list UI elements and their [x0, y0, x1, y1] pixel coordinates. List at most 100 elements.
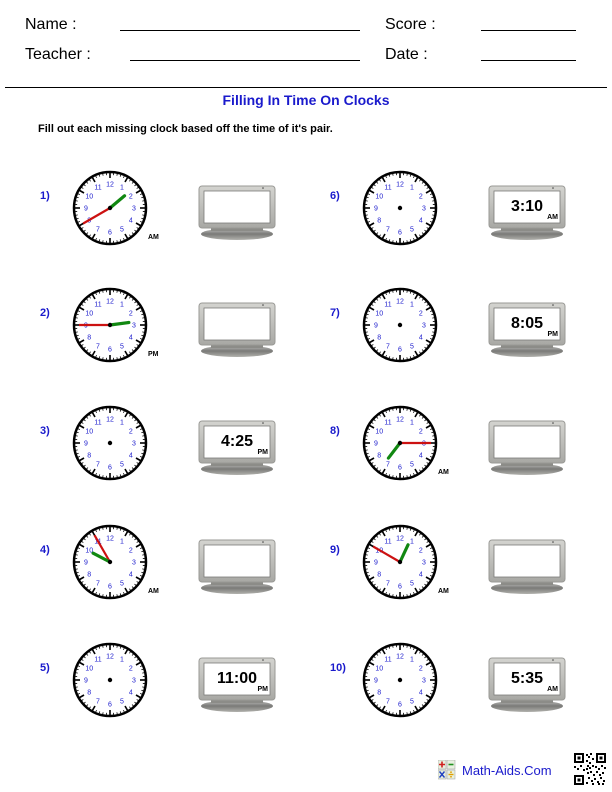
digital-ampm: AM — [547, 214, 558, 221]
monitor-icon — [198, 185, 276, 240]
clock-number: 9 — [374, 323, 378, 330]
clock-number: 2 — [419, 548, 423, 555]
clock-number: 10 — [375, 311, 383, 318]
digital-time: 3:10 — [510, 198, 544, 215]
problem-item: 1)121234567891011AM — [40, 168, 300, 258]
clock-number: 3 — [422, 678, 426, 685]
problem-item: 4)121234567891011AM — [40, 522, 300, 612]
clock-number: 3 — [422, 560, 426, 567]
clock-number: 12 — [396, 182, 404, 189]
digital-time: 5:35 — [510, 670, 544, 687]
analog-clock[interactable]: 12 1 2 3 4 5 6 7 8 9 10 11 — [360, 285, 440, 365]
clock-number: 12 — [106, 654, 114, 661]
analog-clock: 121234567891011 — [70, 522, 150, 602]
clock-number: 6 — [108, 702, 112, 709]
problem-item: 3) 12 1 2 3 4 5 6 7 8 9 10 11 4:25 PM — [40, 403, 300, 493]
header-divider — [5, 87, 607, 88]
clock-number: 12 — [396, 299, 404, 306]
clock-number: 6 — [398, 230, 402, 237]
clock-number: 9 — [374, 206, 378, 213]
digital-clock[interactable] — [487, 419, 567, 477]
clock-number: 8 — [87, 453, 91, 460]
digital-ampm: PM — [547, 331, 559, 338]
clock-number: 7 — [96, 226, 100, 233]
name-field[interactable] — [120, 30, 360, 31]
clock-number: 8 — [87, 335, 91, 342]
clock-number: 8 — [377, 335, 381, 342]
clock-number: 6 — [398, 465, 402, 472]
digital-clock[interactable] — [197, 184, 277, 242]
analog-ampm: AM — [438, 469, 449, 476]
clock-number: 4 — [419, 453, 423, 460]
clock-number: 8 — [377, 453, 381, 460]
analog-clock: 121234567891011 — [360, 522, 440, 602]
problem-item: 6) 12 1 2 3 4 5 6 7 8 9 10 11 3:10 AM — [330, 168, 590, 258]
clock-number: 2 — [419, 429, 423, 436]
clock-number: 4 — [129, 335, 133, 342]
score-label: Score : — [385, 16, 436, 33]
clock-hub — [397, 205, 403, 211]
clock-number: 9 — [374, 441, 378, 448]
analog-clock: 121234567891011 — [70, 168, 150, 248]
clock-number: 5 — [410, 580, 414, 587]
teacher-field[interactable] — [130, 60, 360, 61]
clock-number: 2 — [419, 311, 423, 318]
clock-number: 11 — [94, 185, 101, 192]
problem-item: 2)121234567891011PM — [40, 285, 300, 375]
score-field[interactable] — [481, 30, 576, 31]
analog-clock[interactable]: 12 1 2 3 4 5 6 7 8 9 10 11 — [70, 403, 150, 483]
clock-number: 10 — [375, 666, 383, 673]
digital-clock: 11:00 PM — [197, 656, 277, 714]
clock-number: 1 — [410, 539, 414, 546]
analog-clock[interactable]: 12 1 2 3 4 5 6 7 8 9 10 11 — [360, 168, 440, 248]
clock-number: 8 — [377, 572, 381, 579]
clock-number: 5 — [410, 461, 414, 468]
clock-number: 6 — [108, 230, 112, 237]
clock-number: 4 — [419, 218, 423, 225]
clock-number: 1 — [120, 420, 124, 427]
clock-number: 6 — [398, 347, 402, 354]
clock-hub — [107, 559, 113, 565]
clock-number: 1 — [120, 539, 124, 546]
clock-number: 3 — [132, 206, 136, 213]
instructions: Fill out each missing clock based off th… — [38, 123, 333, 135]
clock-number: 1 — [410, 185, 414, 192]
digital-clock: 5:35 AM — [487, 656, 567, 714]
clock-number: 9 — [374, 560, 378, 567]
clock-number: 11 — [384, 185, 391, 192]
clock-number: 5 — [120, 343, 124, 350]
analog-clock[interactable]: 12 1 2 3 4 5 6 7 8 9 10 11 — [70, 640, 150, 720]
problem-number: 4) — [40, 544, 50, 556]
clock-number: 12 — [396, 536, 404, 543]
clock-number: 9 — [84, 441, 88, 448]
digital-clock[interactable] — [197, 301, 277, 359]
clock-number: 7 — [386, 226, 390, 233]
clock-number: 8 — [87, 690, 91, 697]
digital-clock: 3:10 AM — [487, 184, 567, 242]
digital-clock[interactable] — [197, 538, 277, 596]
clock-number: 6 — [398, 584, 402, 591]
analog-ampm: AM — [148, 234, 159, 241]
clock-number: 10 — [85, 666, 93, 673]
digital-clock[interactable] — [487, 538, 567, 596]
problem-item: 8)121234567891011AM — [330, 403, 590, 493]
clock-number: 4 — [419, 690, 423, 697]
analog-clock: 121234567891011 — [70, 285, 150, 365]
clock-number: 3 — [422, 206, 426, 213]
clock-number: 11 — [384, 302, 391, 309]
clock-number: 11 — [384, 420, 391, 427]
clock-number: 12 — [396, 417, 404, 424]
clock-number: 5 — [120, 226, 124, 233]
brand-link[interactable]: Math-Aids.Com — [462, 763, 552, 778]
qr-code-icon — [574, 753, 606, 785]
monitor-icon — [488, 539, 566, 594]
page-title: Filling In Time On Clocks — [222, 92, 390, 108]
digital-ampm: AM — [547, 686, 558, 693]
date-field[interactable] — [481, 60, 576, 61]
clock-number: 3 — [132, 323, 136, 330]
monitor-icon — [488, 420, 566, 475]
clock-number: 7 — [96, 461, 100, 468]
clock-number: 1 — [410, 657, 414, 664]
clock-number: 11 — [94, 657, 101, 664]
analog-clock[interactable]: 12 1 2 3 4 5 6 7 8 9 10 11 — [360, 640, 440, 720]
